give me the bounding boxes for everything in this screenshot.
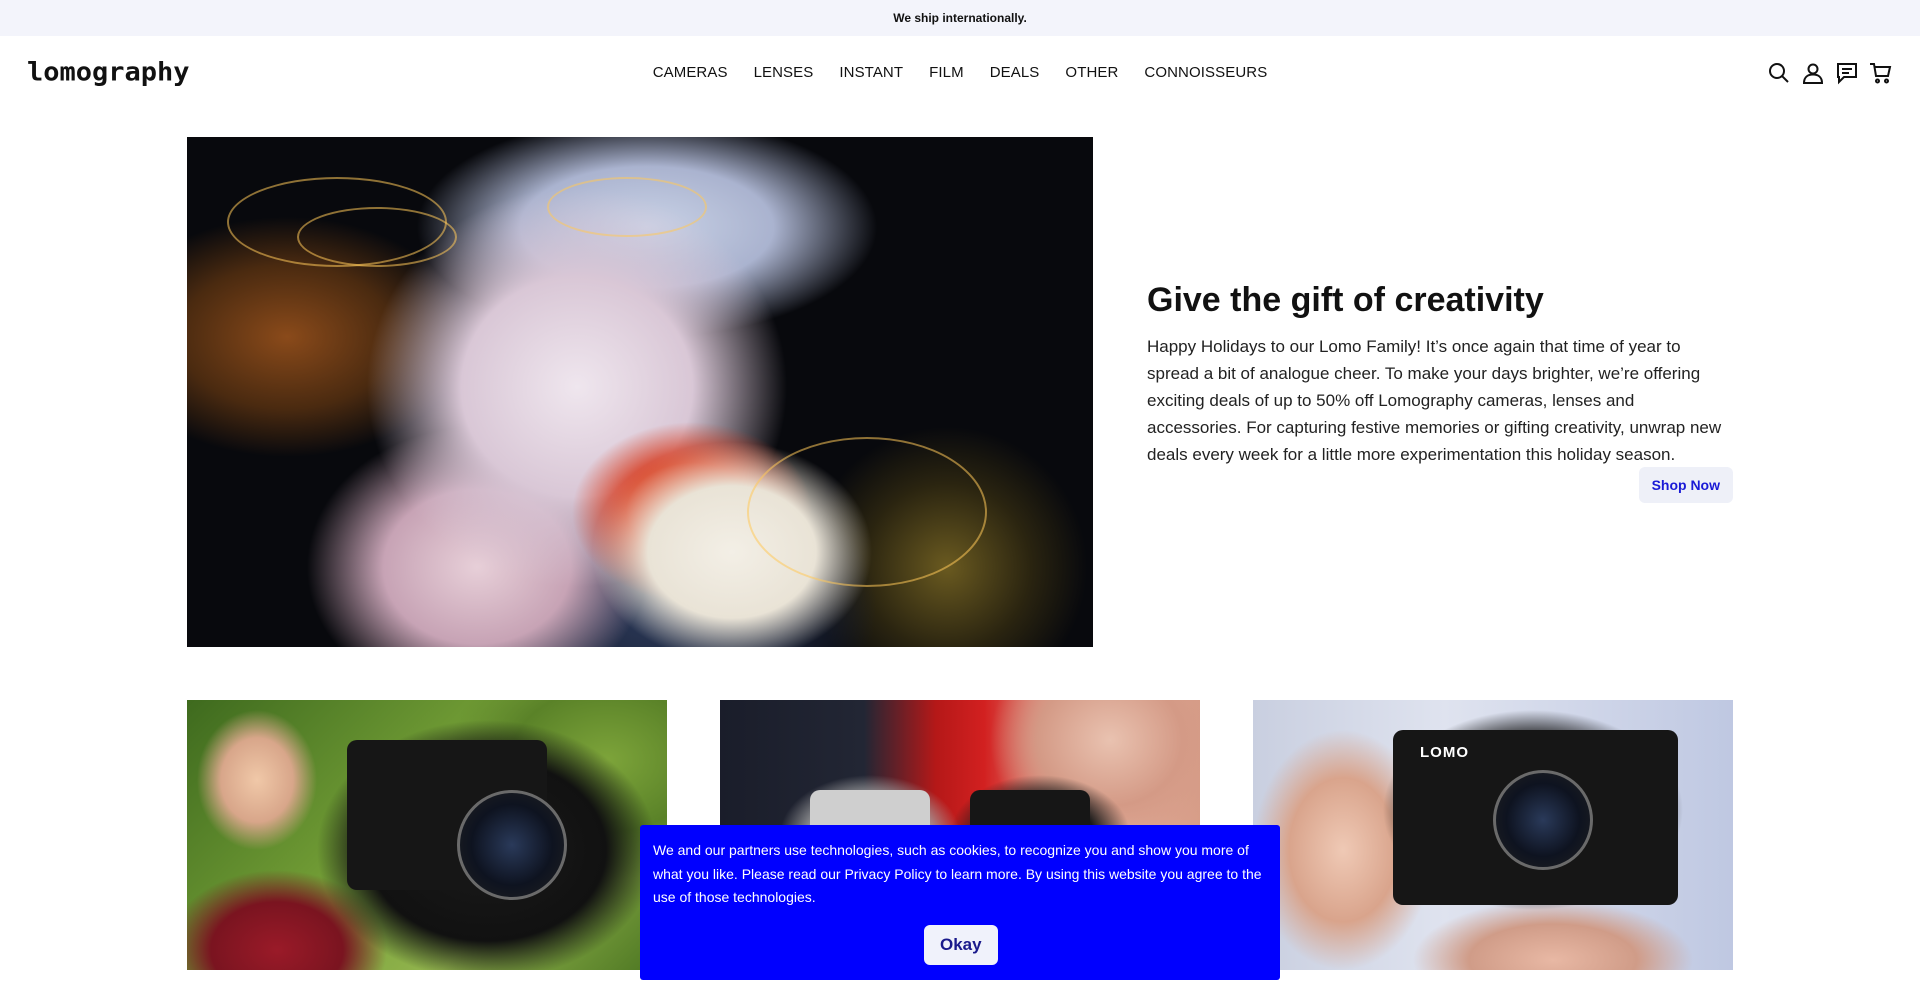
hero-light-trail xyxy=(547,177,707,237)
hero-light-trail xyxy=(747,437,987,587)
nav-item-film[interactable]: FILM xyxy=(916,64,977,81)
nav-item-connoisseurs[interactable]: CONNOISSEURS xyxy=(1131,64,1280,81)
hero-text-block: Give the gift of creativity Happy Holida… xyxy=(1147,280,1733,468)
nav-item-deals[interactable]: DEALS xyxy=(977,64,1053,81)
cookie-okay-button[interactable]: Okay xyxy=(924,925,998,965)
search-icon[interactable] xyxy=(1767,61,1791,85)
cinema-lens-shape xyxy=(457,790,567,900)
tile-lomo-camera[interactable]: LOMO xyxy=(1253,700,1733,970)
nav-item-cameras[interactable]: CAMERAS xyxy=(640,64,741,81)
hero-image[interactable] xyxy=(187,137,1093,647)
lomo-brand-label: LOMO xyxy=(1420,744,1469,761)
hero-section: Give the gift of creativity Happy Holida… xyxy=(187,137,1733,647)
header-icons xyxy=(1767,36,1893,109)
hero-light-trail xyxy=(297,207,457,267)
nav-item-lenses[interactable]: LENSES xyxy=(741,64,827,81)
shop-now-button[interactable]: Shop Now xyxy=(1638,467,1733,503)
cookie-text: We and our partners use technologies, su… xyxy=(653,842,1262,905)
chat-icon[interactable] xyxy=(1835,61,1859,85)
lomography-logo[interactable]: lomography xyxy=(27,58,190,87)
main-nav: CAMERAS LENSES INSTANT FILM DEALS OTHER … xyxy=(640,36,1281,109)
tile-cinema-camera[interactable] xyxy=(187,700,667,970)
site-header: lomography CAMERAS LENSES INSTANT FILM D… xyxy=(0,36,1920,109)
hero-body: Happy Holidays to our Lomo Family! It’s … xyxy=(1147,336,1722,464)
nav-item-instant[interactable]: INSTANT xyxy=(826,64,916,81)
lomo-lens-shape xyxy=(1493,770,1593,870)
account-icon[interactable] xyxy=(1801,61,1825,85)
announcement-bar: We ship internationally. xyxy=(0,0,1920,36)
nav-item-other[interactable]: OTHER xyxy=(1052,64,1131,81)
cookie-banner: We and our partners use technologies, su… xyxy=(640,825,1280,980)
announcement-text: We ship internationally. xyxy=(893,11,1027,25)
cart-icon[interactable] xyxy=(1869,61,1893,85)
hero-title: Give the gift of creativity xyxy=(1147,281,1544,319)
